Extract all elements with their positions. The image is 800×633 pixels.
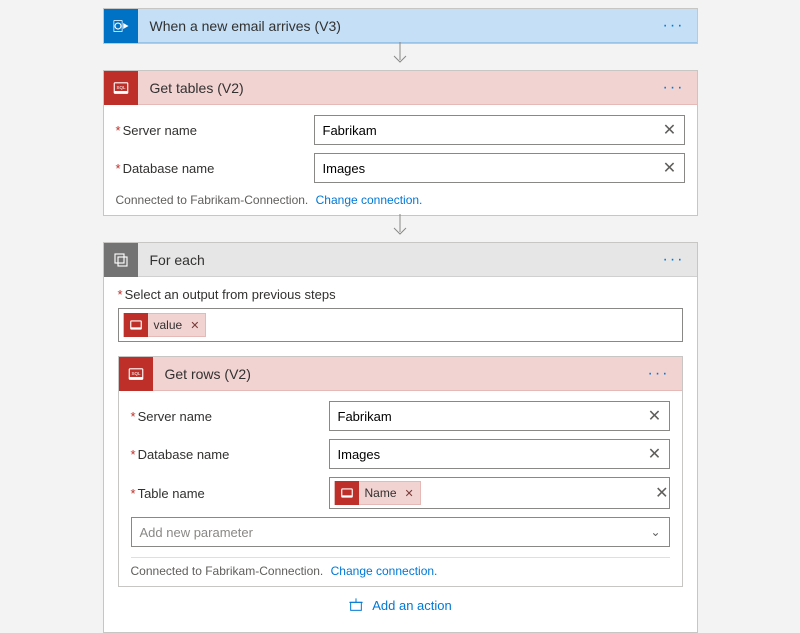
- foreach-header[interactable]: For each ···: [104, 243, 697, 277]
- server-name-label: Server name: [131, 409, 329, 424]
- token-value[interactable]: value ✕: [123, 313, 207, 337]
- database-name-input[interactable]: [330, 440, 641, 468]
- trigger-more-icon[interactable]: ···: [659, 17, 689, 35]
- connector-arrow-icon: [390, 214, 410, 240]
- server-name-input-wrap[interactable]: ✕: [329, 401, 670, 431]
- sql-icon: SQL: [104, 71, 138, 105]
- server-name-label: Server name: [116, 123, 314, 138]
- add-parameter-dropdown[interactable]: Add new parameter ⌄: [131, 517, 670, 547]
- get-rows-more-icon[interactable]: ···: [644, 365, 674, 383]
- clear-icon[interactable]: ✕: [655, 483, 668, 503]
- database-name-label: Database name: [116, 161, 314, 176]
- connection-name: Fabrikam-Connection.: [190, 193, 308, 207]
- database-name-input[interactable]: [315, 154, 656, 182]
- add-parameter-label: Add new parameter: [140, 525, 253, 540]
- add-action-icon: [348, 597, 364, 613]
- connected-prefix: Connected to: [116, 193, 191, 207]
- get-tables-card: SQL Get tables (V2) ··· Server name ✕ Da…: [103, 70, 698, 216]
- clear-icon[interactable]: ✕: [656, 158, 684, 178]
- get-rows-header[interactable]: SQL Get rows (V2) ···: [119, 357, 682, 391]
- server-name-input-wrap[interactable]: ✕: [314, 115, 685, 145]
- connector-arrow-icon: [390, 42, 410, 68]
- table-name-label: Table name: [131, 486, 329, 501]
- trigger-header[interactable]: When a new email arrives (V3) ···: [104, 9, 697, 43]
- token-remove-icon[interactable]: ✕: [188, 319, 205, 332]
- token-label: Name: [365, 486, 403, 500]
- foreach-title: For each: [138, 252, 659, 268]
- add-action-button[interactable]: Add an action: [348, 597, 452, 613]
- outlook-icon: [104, 9, 138, 43]
- change-connection-link[interactable]: Change connection.: [316, 193, 423, 207]
- database-name-input-wrap[interactable]: ✕: [329, 439, 670, 469]
- clear-icon[interactable]: ✕: [656, 120, 684, 140]
- get-tables-more-icon[interactable]: ···: [659, 79, 689, 97]
- token-remove-icon[interactable]: ✕: [403, 487, 420, 500]
- select-output-label: Select an output from previous steps: [118, 287, 683, 302]
- select-output-input[interactable]: value ✕: [118, 308, 683, 342]
- clear-icon[interactable]: ✕: [641, 444, 669, 464]
- connection-name: Fabrikam-Connection.: [205, 564, 323, 578]
- server-name-input[interactable]: [330, 402, 641, 430]
- clear-icon[interactable]: ✕: [641, 406, 669, 426]
- connection-status: Connected to Fabrikam-Connection. Change…: [116, 191, 685, 207]
- get-rows-title: Get rows (V2): [153, 366, 644, 382]
- database-name-input-wrap[interactable]: ✕: [314, 153, 685, 183]
- get-tables-header[interactable]: SQL Get tables (V2) ···: [104, 71, 697, 105]
- foreach-more-icon[interactable]: ···: [659, 251, 689, 269]
- trigger-title: When a new email arrives (V3): [138, 18, 659, 34]
- connected-prefix: Connected to: [131, 564, 206, 578]
- sql-icon: [124, 313, 148, 337]
- svg-text:SQL: SQL: [116, 84, 126, 89]
- trigger-card[interactable]: When a new email arrives (V3) ···: [103, 8, 698, 44]
- add-action-label: Add an action: [372, 598, 452, 613]
- sql-icon: [335, 481, 359, 505]
- get-rows-card: SQL Get rows (V2) ··· Server name ✕ Dat: [118, 356, 683, 587]
- server-name-input[interactable]: [315, 116, 656, 144]
- token-label: value: [154, 318, 189, 332]
- sql-icon: SQL: [119, 357, 153, 391]
- get-tables-title: Get tables (V2): [138, 80, 659, 96]
- foreach-card: For each ··· Select an output from previ…: [103, 242, 698, 633]
- database-name-label: Database name: [131, 447, 329, 462]
- token-name[interactable]: Name ✕: [334, 481, 421, 505]
- chevron-down-icon: ⌄: [650, 525, 660, 539]
- connection-status: Connected to Fabrikam-Connection. Change…: [131, 557, 670, 578]
- svg-text:SQL: SQL: [131, 370, 141, 375]
- change-connection-link[interactable]: Change connection.: [331, 564, 438, 578]
- table-name-input[interactable]: Name ✕ ✕: [329, 477, 670, 509]
- foreach-icon: [104, 243, 138, 277]
